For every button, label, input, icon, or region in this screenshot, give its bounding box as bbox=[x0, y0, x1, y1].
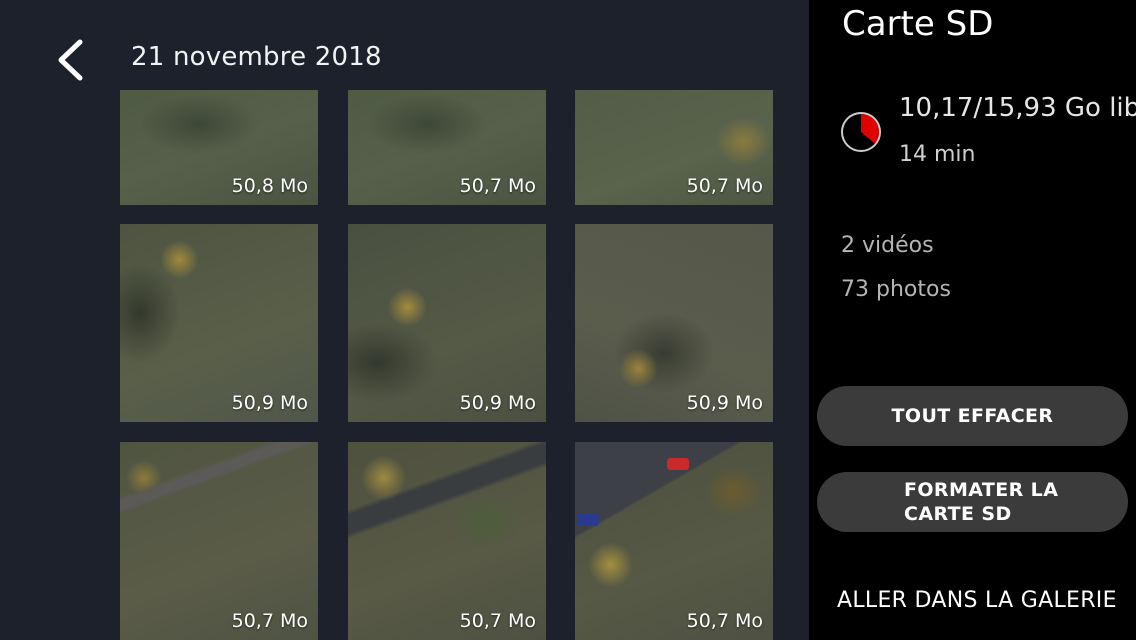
photo-thumbnail[interactable]: 50,7 Mo bbox=[120, 442, 318, 640]
panel-title: Carte SD bbox=[842, 4, 994, 44]
red-car bbox=[667, 458, 689, 470]
sd-card-panel: Carte SD 10,17/15,93 Go libre 14 min 2 v… bbox=[809, 0, 1136, 640]
photo-thumbnail[interactable]: 50,8 Mo bbox=[120, 90, 318, 205]
date-title: 21 novembre 2018 bbox=[131, 42, 382, 72]
storage-used-wedge bbox=[861, 114, 879, 144]
recording-time: 14 min bbox=[899, 142, 976, 167]
videos-count: 2 vidéos bbox=[841, 233, 934, 258]
file-size: 50,7 Mo bbox=[459, 175, 536, 197]
photo-thumbnail[interactable]: 50,9 Mo bbox=[575, 224, 773, 422]
storage-free-text: 10,17/15,93 Go libre bbox=[899, 93, 1136, 123]
file-size: 50,7 Mo bbox=[686, 175, 763, 197]
file-size: 50,8 Mo bbox=[231, 175, 308, 197]
file-size: 50,7 Mo bbox=[231, 610, 308, 632]
storage-pie-icon bbox=[841, 112, 881, 152]
back-button[interactable] bbox=[50, 36, 94, 84]
file-size: 50,7 Mo bbox=[459, 610, 536, 632]
file-size: 50,9 Mo bbox=[686, 392, 763, 414]
file-size: 50,9 Mo bbox=[231, 392, 308, 414]
photos-count: 73 photos bbox=[841, 277, 951, 302]
photo-thumbnail[interactable]: 50,9 Mo bbox=[348, 224, 546, 422]
format-sd-button[interactable]: FORMATER LA CARTE SD bbox=[817, 472, 1128, 532]
chevron-left-icon bbox=[58, 39, 83, 81]
go-to-gallery-link[interactable]: ALLER DANS LA GALERIE bbox=[837, 588, 1117, 613]
photo-thumbnail[interactable]: 50,7 Mo bbox=[348, 442, 546, 640]
photo-grid: 50,8 Mo 50,7 Mo 50,7 Mo 50,9 Mo 50,9 Mo … bbox=[120, 90, 780, 640]
photo-thumbnail[interactable]: 50,9 Mo bbox=[120, 224, 318, 422]
photo-thumbnail[interactable]: 50,7 Mo bbox=[348, 90, 546, 205]
file-size: 50,9 Mo bbox=[459, 392, 536, 414]
photo-thumbnail[interactable]: 50,7 Mo bbox=[575, 90, 773, 205]
gallery-pane: 21 novembre 2018 50,8 Mo 50,7 Mo 50,7 Mo… bbox=[0, 0, 809, 640]
photo-thumbnail[interactable]: 50,7 Mo bbox=[575, 442, 773, 640]
erase-all-button[interactable]: TOUT EFFACER bbox=[817, 386, 1128, 446]
blue-car bbox=[577, 514, 599, 526]
file-size: 50,7 Mo bbox=[686, 610, 763, 632]
